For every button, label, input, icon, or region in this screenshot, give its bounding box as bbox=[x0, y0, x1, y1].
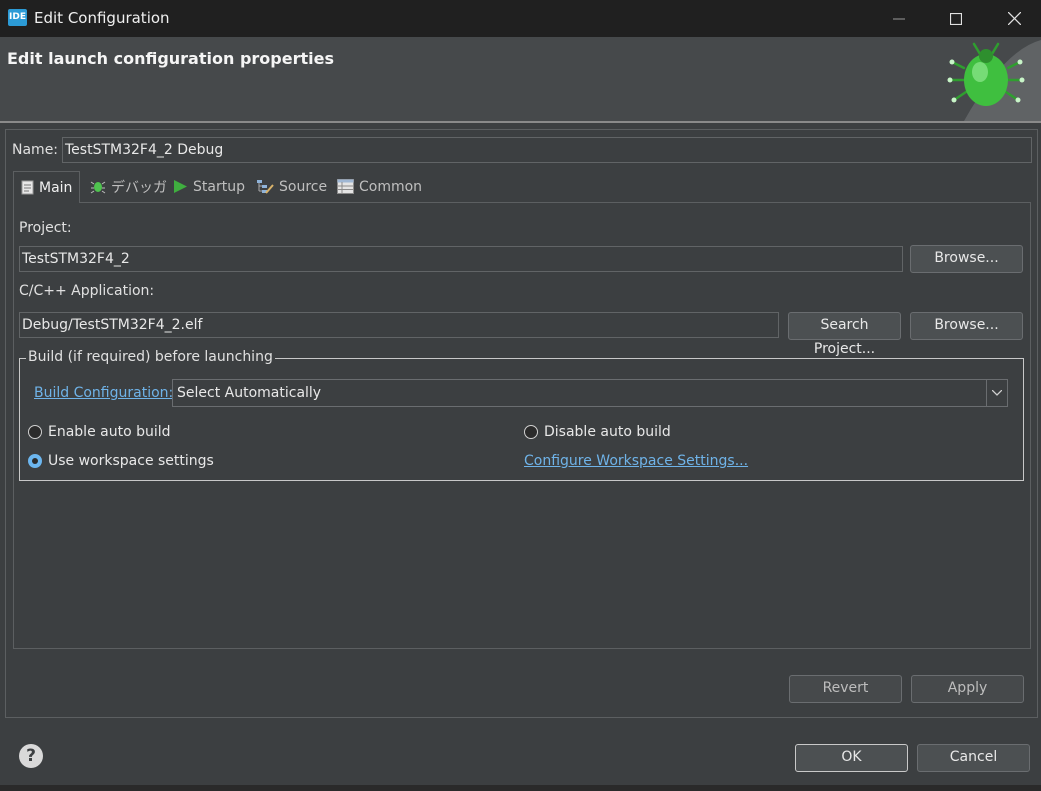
close-button[interactable] bbox=[985, 0, 1041, 37]
enable-auto-build-label: Enable auto build bbox=[48, 424, 171, 440]
build-configuration-value: Select Automatically bbox=[177, 385, 322, 401]
table-icon bbox=[337, 179, 354, 194]
search-project-button[interactable]: Search Project... bbox=[788, 312, 901, 357]
tab-source[interactable]: Source bbox=[256, 171, 327, 202]
close-icon bbox=[1007, 12, 1021, 25]
use-workspace-settings-radio[interactable] bbox=[28, 454, 42, 468]
maximize-button[interactable] bbox=[927, 0, 985, 37]
chevron-down-icon bbox=[986, 380, 1007, 406]
minimize-icon bbox=[893, 18, 905, 19]
name-input[interactable]: TestSTM32F4_2 Debug bbox=[62, 137, 1032, 163]
use-workspace-settings-label: Use workspace settings bbox=[48, 453, 214, 469]
source-icon bbox=[257, 179, 274, 194]
name-label-text: Name: bbox=[12, 142, 59, 158]
tab-common[interactable]: Common bbox=[337, 171, 422, 202]
name-label: Name: bbox=[12, 142, 58, 158]
tab-common-label: Common bbox=[359, 178, 423, 195]
tab-debugger[interactable]: デバッガ bbox=[90, 171, 167, 202]
tab-debugger-label: デバッガ bbox=[111, 179, 167, 196]
build-configuration-select[interactable]: Select Automatically bbox=[172, 379, 1008, 407]
project-browse-button[interactable]: Browse... bbox=[910, 245, 1023, 273]
play-icon bbox=[174, 180, 187, 193]
title-bar: IDE Edit Configuration bbox=[0, 0, 1041, 37]
tab-startup-label: Startup bbox=[193, 178, 245, 195]
debug-bug-icon bbox=[944, 40, 1041, 121]
window-title: Edit Configuration bbox=[34, 9, 170, 27]
project-label: Project: bbox=[19, 220, 72, 236]
maximize-icon bbox=[950, 12, 962, 25]
tab-main[interactable]: Main bbox=[13, 171, 81, 203]
tab-main-label: Main bbox=[39, 179, 73, 196]
ide-app-icon: IDE bbox=[8, 9, 27, 26]
tab-strip: Main デバッガ Startup Source Common bbox=[13, 171, 1031, 203]
cancel-button[interactable]: Cancel bbox=[917, 744, 1030, 772]
bottom-edge bbox=[0, 785, 1041, 791]
tab-startup[interactable]: Startup bbox=[172, 171, 245, 202]
application-browse-button[interactable]: Browse... bbox=[910, 312, 1023, 340]
build-group-title: Build (if required) before launching bbox=[26, 349, 275, 365]
minimize-button[interactable] bbox=[870, 0, 928, 37]
build-configuration-link[interactable]: Build Configuration: bbox=[34, 385, 173, 401]
revert-button[interactable]: Revert bbox=[789, 675, 902, 703]
configure-workspace-settings-link[interactable]: Configure Workspace Settings... bbox=[524, 453, 748, 469]
application-input[interactable]: Debug/TestSTM32F4_2.elf bbox=[19, 312, 779, 338]
ok-button[interactable]: OK bbox=[795, 744, 908, 772]
enable-auto-build-radio[interactable] bbox=[28, 425, 42, 439]
header-banner: Edit launch configuration properties bbox=[0, 37, 1041, 121]
disable-auto-build-radio[interactable] bbox=[524, 425, 538, 439]
page-title: Edit launch configuration properties bbox=[7, 49, 334, 68]
help-icon[interactable]: ? bbox=[19, 744, 43, 768]
header-separator bbox=[0, 121, 1041, 123]
document-icon bbox=[21, 180, 34, 195]
project-input[interactable]: TestSTM32F4_2 bbox=[19, 246, 903, 272]
tab-source-label: Source bbox=[279, 178, 328, 195]
debugger-icon bbox=[90, 181, 106, 194]
disable-auto-build-label: Disable auto build bbox=[544, 424, 671, 440]
edit-configuration-dialog: IDE Edit Configuration Edit launch confi… bbox=[0, 0, 1041, 791]
application-label: C/C++ Application: bbox=[19, 283, 155, 299]
apply-button[interactable]: Apply bbox=[911, 675, 1024, 703]
